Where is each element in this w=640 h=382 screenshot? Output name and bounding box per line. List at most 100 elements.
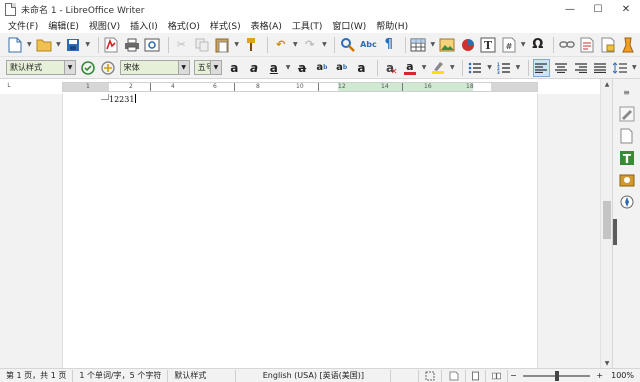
zoom-in-icon[interactable]: + — [594, 370, 605, 382]
line-spacing-dropdown-icon[interactable]: ▼ — [632, 59, 638, 77]
paste-icon[interactable] — [213, 36, 230, 54]
insert-chart-icon[interactable] — [459, 36, 476, 54]
paste-dropdown-icon[interactable]: ▼ — [234, 36, 240, 54]
underline-icon[interactable]: a — [265, 59, 282, 77]
paragraph-style-combo[interactable]: 默认样式 ▼ — [6, 60, 77, 75]
menu-tools[interactable]: 工具(T) — [287, 19, 328, 32]
selection-mode-icon[interactable] — [419, 369, 443, 382]
font-name-combo[interactable]: 宋体 ▼ — [119, 60, 190, 75]
undo-dropdown-icon[interactable]: ▼ — [292, 36, 298, 54]
save-icon[interactable] — [64, 36, 81, 54]
document-modified-icon[interactable] — [442, 369, 467, 382]
menu-format[interactable]: 格式(O) — [163, 19, 205, 32]
chevron-down-icon[interactable]: ▼ — [64, 61, 76, 74]
formatting-marks-icon[interactable]: ¶ — [380, 36, 397, 54]
bold-icon[interactable]: a — [226, 59, 243, 77]
subscript-icon[interactable]: ab — [333, 59, 350, 77]
spelling-icon[interactable]: Abc — [360, 36, 377, 54]
vertical-scrollbar[interactable]: ▲ ▼ — [600, 79, 612, 368]
scroll-thumb[interactable] — [603, 201, 611, 239]
print-preview-icon[interactable] — [143, 36, 160, 54]
menu-file[interactable]: 文件(F) — [3, 19, 43, 32]
shadow-icon[interactable]: a — [353, 59, 370, 77]
chevron-down-icon[interactable]: ▼ — [177, 61, 189, 74]
single-page-view-icon[interactable] — [466, 369, 487, 382]
menu-view[interactable]: 视图(V) — [84, 19, 125, 32]
footnote-icon[interactable] — [579, 36, 596, 54]
zoom-slider[interactable] — [522, 370, 591, 381]
word-count[interactable]: 1 个单词/字，5 个字符 — [73, 369, 169, 382]
tab-type-icon[interactable]: └ — [6, 83, 10, 91]
document-page[interactable]: 12231 — [62, 94, 538, 368]
maximize-button[interactable]: ☐ — [584, 0, 612, 18]
insert-text-box-icon[interactable]: T — [479, 36, 496, 54]
numbered-dropdown-icon[interactable]: ▼ — [515, 59, 521, 77]
cut-icon[interactable]: ✂ — [173, 36, 190, 54]
insert-table-icon[interactable] — [409, 36, 426, 54]
close-button[interactable]: ✕ — [612, 0, 640, 18]
menu-edit[interactable]: 编辑(E) — [43, 19, 84, 32]
document-text[interactable]: 12231 — [109, 94, 137, 104]
horizontal-ruler[interactable]: 1 2 4 6 8 10 12 14 16 18 — [62, 82, 538, 92]
print-icon[interactable] — [123, 36, 140, 54]
font-color-dropdown-icon[interactable]: ▼ — [421, 59, 427, 77]
language-indicator[interactable]: English (USA) [英语(美国)] — [236, 369, 392, 382]
undo-icon[interactable]: ↶ — [272, 36, 289, 54]
chevron-down-icon[interactable]: ▼ — [209, 61, 221, 74]
align-left-icon[interactable] — [532, 58, 550, 77]
hyperlink-icon[interactable] — [558, 36, 575, 54]
redo-dropdown-icon[interactable]: ▼ — [322, 36, 328, 54]
justify-icon[interactable] — [592, 59, 609, 77]
copy-icon[interactable] — [193, 36, 210, 54]
navigator-icon[interactable] — [618, 193, 636, 211]
update-style-icon[interactable] — [80, 59, 97, 77]
properties-icon[interactable] — [618, 105, 636, 123]
minimize-button[interactable]: — — [556, 0, 584, 18]
zoom-level[interactable]: 100% — [605, 370, 640, 382]
underline-dropdown-icon[interactable]: ▼ — [285, 59, 291, 77]
ruler-tab-stop[interactable] — [318, 83, 319, 91]
menu-table[interactable]: 表格(A) — [246, 19, 287, 32]
insert-mode-indicator[interactable] — [391, 369, 419, 382]
numbered-list-icon[interactable]: 123 — [495, 59, 512, 77]
zoom-slider-thumb[interactable] — [554, 370, 559, 381]
insert-image-icon[interactable] — [439, 36, 456, 54]
page-count[interactable]: 第 1 页，共 1 页 — [0, 369, 74, 382]
menu-styles[interactable]: 样式(S) — [205, 19, 246, 32]
zoom-out-icon[interactable]: − — [508, 370, 519, 382]
menu-help[interactable]: 帮助(H) — [371, 19, 413, 32]
comment-icon[interactable] — [599, 36, 616, 54]
line-spacing-icon[interactable] — [612, 59, 629, 77]
redo-icon[interactable]: ↷ — [301, 36, 318, 54]
insert-field-icon[interactable]: # — [500, 36, 517, 54]
new-document-icon[interactable] — [6, 36, 23, 54]
ruler-tab-stop[interactable] — [234, 83, 235, 91]
highlight-color-icon[interactable] — [430, 59, 447, 77]
open-dropdown-icon[interactable]: ▼ — [56, 36, 62, 54]
font-color-icon[interactable]: a — [401, 59, 418, 77]
clone-formatting-icon[interactable] — [243, 36, 260, 54]
multi-page-view-icon[interactable] — [486, 369, 509, 382]
bullet-list-icon[interactable] — [467, 59, 484, 77]
paragraph-text[interactable]: 12231 — [109, 95, 134, 104]
menu-insert[interactable]: 插入(I) — [125, 19, 163, 32]
insert-table-dropdown-icon[interactable]: ▼ — [430, 36, 436, 54]
new-dropdown-icon[interactable]: ▼ — [26, 36, 32, 54]
special-character-icon[interactable]: Ω — [529, 36, 546, 54]
bullet-dropdown-icon[interactable]: ▼ — [487, 59, 493, 77]
italic-icon[interactable]: a — [246, 59, 263, 77]
page-style[interactable]: 默认样式 — [168, 369, 237, 382]
superscript-icon[interactable]: ab — [314, 59, 331, 77]
page-icon[interactable] — [618, 127, 636, 145]
sidebar-collapse-handle[interactable] — [613, 219, 617, 245]
save-dropdown-icon[interactable]: ▼ — [85, 36, 91, 54]
align-center-icon[interactable] — [553, 59, 570, 77]
strikethrough-icon[interactable]: a — [294, 59, 311, 77]
gallery-icon[interactable] — [618, 171, 636, 189]
open-folder-icon[interactable] — [35, 36, 52, 54]
sidebar-menu-icon[interactable]: ≡ — [618, 83, 636, 101]
clear-formatting-icon[interactable]: a ✕ — [382, 59, 399, 77]
insert-field-dropdown-icon[interactable]: ▼ — [520, 36, 526, 54]
styles-icon[interactable]: T — [618, 149, 636, 167]
menu-window[interactable]: 窗口(W) — [327, 19, 371, 32]
